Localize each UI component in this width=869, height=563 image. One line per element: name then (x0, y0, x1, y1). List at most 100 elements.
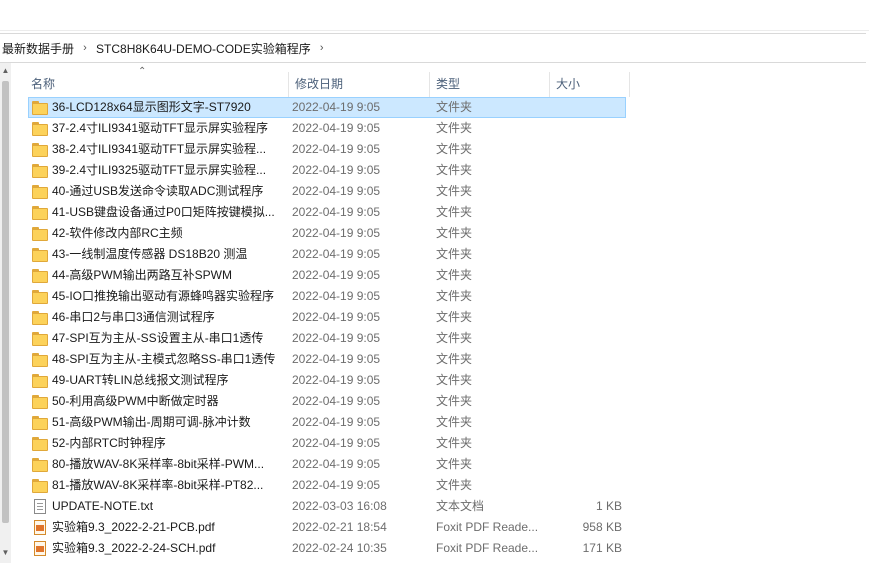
file-row[interactable]: 36-LCD128x64显示图形文字-ST7920 2022-04-19 9:05… (28, 97, 858, 118)
file-type: 文件夹 (436, 478, 473, 492)
breadcrumb-item-demo-code[interactable]: STC8H8K64U-DEMO-CODE实验箱程序 (94, 40, 313, 57)
column-header-size[interactable]: 大小 (550, 72, 630, 97)
file-name: 37-2.4寸ILI9341驱动TFT显示屏实验程序 (52, 121, 269, 135)
file-date: 2022-04-19 9:05 (292, 373, 381, 387)
file-row[interactable]: 实验箱9.3_2022-2-24-SCH.pdf 2022-02-24 10:35… (28, 538, 858, 559)
file-row[interactable]: 42-软件修改内部RC主频 2022-04-19 9:05 文件夹 (28, 223, 858, 244)
chevron-right-icon[interactable]: › (76, 42, 94, 54)
file-row[interactable]: 47-SPI互为主从-SS设置主从-串口1透传 2022-04-19 9:05 文件… (28, 328, 858, 349)
file-type: 文件夹 (436, 457, 473, 471)
folder-icon (32, 184, 48, 199)
folder-icon (32, 268, 48, 283)
file-row[interactable]: 81-播放WAV-8K采样率-8bit采样-PT82... 2022-04-19 … (28, 475, 858, 496)
file-name: 80-播放WAV-8K采样率-8bit采样-PWM... (52, 457, 265, 471)
file-row[interactable]: 49-UART转LIN总线报文测试程序 2022-04-19 9:05 文件夹 (28, 370, 858, 391)
file-size: 958 KB (582, 520, 622, 534)
column-header-type[interactable]: 类型 (430, 72, 550, 97)
file-name: 39-2.4寸ILI9325驱动TFT显示屏实验程... (52, 163, 267, 177)
file-date: 2022-04-19 9:05 (292, 331, 381, 345)
file-date: 2022-04-19 9:05 (292, 352, 381, 366)
file-row[interactable]: 52-内部RTC时钟程序 2022-04-19 9:05 文件夹 (28, 433, 858, 454)
file-row[interactable]: 39-2.4寸ILI9325驱动TFT显示屏实验程... 2022-04-19 9… (28, 160, 858, 181)
file-type: 文件夹 (436, 100, 473, 114)
file-type: 文件夹 (436, 436, 473, 450)
file-type: Foxit PDF Reade... (436, 541, 539, 555)
file-size (548, 370, 622, 391)
folder-icon (32, 121, 48, 136)
file-date: 2022-04-19 9:05 (292, 100, 381, 114)
scroll-thumb[interactable] (2, 81, 9, 523)
file-type: Foxit PDF Reade... (436, 520, 539, 534)
file-type: 文件夹 (436, 415, 473, 429)
file-type: 文件夹 (436, 394, 473, 408)
folder-icon (32, 163, 48, 178)
file-row[interactable]: 50-利用高级PWM中断做定时器 2022-04-19 9:05 文件夹 (28, 391, 858, 412)
file-name: 实验箱9.3_2022-2-21-PCB.pdf (52, 520, 215, 534)
file-type: 文件夹 (436, 226, 473, 240)
chevron-right-icon[interactable]: › (313, 42, 331, 54)
ribbon-area (0, 0, 869, 31)
folder-icon (32, 352, 48, 367)
file-type: 文件夹 (436, 163, 473, 177)
scroll-down-arrow-icon[interactable]: ▼ (0, 547, 11, 559)
file-name: 51-高级PWM输出-周期可调-脉冲计数 (52, 415, 251, 429)
file-row[interactable]: 37-2.4寸ILI9341驱动TFT显示屏实验程序 2022-04-19 9:0… (28, 118, 858, 139)
file-size (548, 433, 622, 454)
file-size (548, 202, 622, 223)
file-row[interactable]: 51-高级PWM输出-周期可调-脉冲计数 2022-04-19 9:05 文件夹 (28, 412, 858, 433)
column-header-name[interactable]: 名称 (25, 72, 289, 97)
file-size (548, 265, 622, 286)
file-date: 2022-04-19 9:05 (292, 226, 381, 240)
file-name: 81-播放WAV-8K采样率-8bit采样-PT82... (52, 478, 264, 492)
file-date: 2022-02-24 10:35 (292, 541, 387, 555)
file-size (548, 97, 622, 118)
file-row[interactable]: UPDATE-NOTE.txt 2022-03-03 16:08 文本文档 1 KB (28, 496, 858, 517)
file-type: 文件夹 (436, 289, 473, 303)
file-size: 171 KB (582, 541, 622, 555)
file-type: 文件夹 (436, 352, 473, 366)
file-row[interactable]: 45-IO口推挽输出驱动有源蜂鸣器实验程序 2022-04-19 9:05 文件夹 (28, 286, 858, 307)
file-name: 44-高级PWM输出两路互补SPWM (52, 268, 233, 282)
file-name: 38-2.4寸ILI9341驱动TFT显示屏实验程... (52, 142, 267, 156)
file-name: 43-一线制温度传感器 DS18B20 测温 (52, 247, 248, 261)
file-row[interactable]: 41-USB键盘设备通过P0口矩阵按键模拟... 2022-04-19 9:05 文… (28, 202, 858, 223)
column-header-date[interactable]: 修改日期 (289, 72, 430, 97)
file-date: 2022-04-19 9:05 (292, 394, 381, 408)
breadcrumb[interactable]: 最新数据手册 › STC8H8K64U-DEMO-CODE实验箱程序 › (0, 33, 866, 63)
text-file-icon (32, 499, 48, 514)
folder-icon (32, 289, 48, 304)
file-date: 2022-04-19 9:05 (292, 457, 381, 471)
folder-icon (32, 415, 48, 430)
pdf-file-icon (32, 520, 48, 535)
vertical-scrollbar[interactable]: ▲ ▼ (0, 63, 11, 563)
folder-icon (32, 205, 48, 220)
file-date: 2022-04-19 9:05 (292, 142, 381, 156)
file-name: 50-利用高级PWM中断做定时器 (52, 394, 219, 408)
file-row[interactable]: 48-SPI互为主从-主模式忽略SS-串口1透传 2022-04-19 9:05 文… (28, 349, 858, 370)
file-row[interactable]: 44-高级PWM输出两路互补SPWM 2022-04-19 9:05 文件夹 (28, 265, 858, 286)
breadcrumb-item-datasheets[interactable]: 最新数据手册 (0, 40, 76, 57)
file-type: 文件夹 (436, 184, 473, 198)
file-row[interactable]: 46-串口2与串口3通信测试程序 2022-04-19 9:05 文件夹 (28, 307, 858, 328)
file-size (548, 181, 622, 202)
file-size (548, 307, 622, 328)
file-name: 49-UART转LIN总线报文测试程序 (52, 373, 229, 387)
file-type: 文件夹 (436, 142, 473, 156)
file-size: 1 KB (595, 499, 622, 513)
file-size (548, 286, 622, 307)
file-row[interactable]: 80-播放WAV-8K采样率-8bit采样-PWM... 2022-04-19 9… (28, 454, 858, 475)
file-type: 文件夹 (436, 310, 473, 324)
file-date: 2022-04-19 9:05 (292, 478, 381, 492)
file-row[interactable]: 38-2.4寸ILI9341驱动TFT显示屏实验程... 2022-04-19 9… (28, 139, 858, 160)
folder-icon (32, 142, 48, 157)
scroll-up-arrow-icon[interactable]: ▲ (0, 65, 11, 77)
file-size (548, 475, 622, 496)
file-row[interactable]: 43-一线制温度传感器 DS18B20 测温 2022-04-19 9:05 文件夹 (28, 244, 858, 265)
folder-icon (32, 331, 48, 346)
file-date: 2022-04-19 9:05 (292, 163, 381, 177)
file-row[interactable]: 40-通过USB发送命令读取ADC测试程序 2022-04-19 9:05 文件夹 (28, 181, 858, 202)
file-date: 2022-04-19 9:05 (292, 289, 381, 303)
file-type: 文本文档 (436, 499, 485, 513)
file-row[interactable]: 实验箱9.3_2022-2-21-PCB.pdf 2022-02-21 18:54… (28, 517, 858, 538)
file-name: 42-软件修改内部RC主频 (52, 226, 183, 240)
